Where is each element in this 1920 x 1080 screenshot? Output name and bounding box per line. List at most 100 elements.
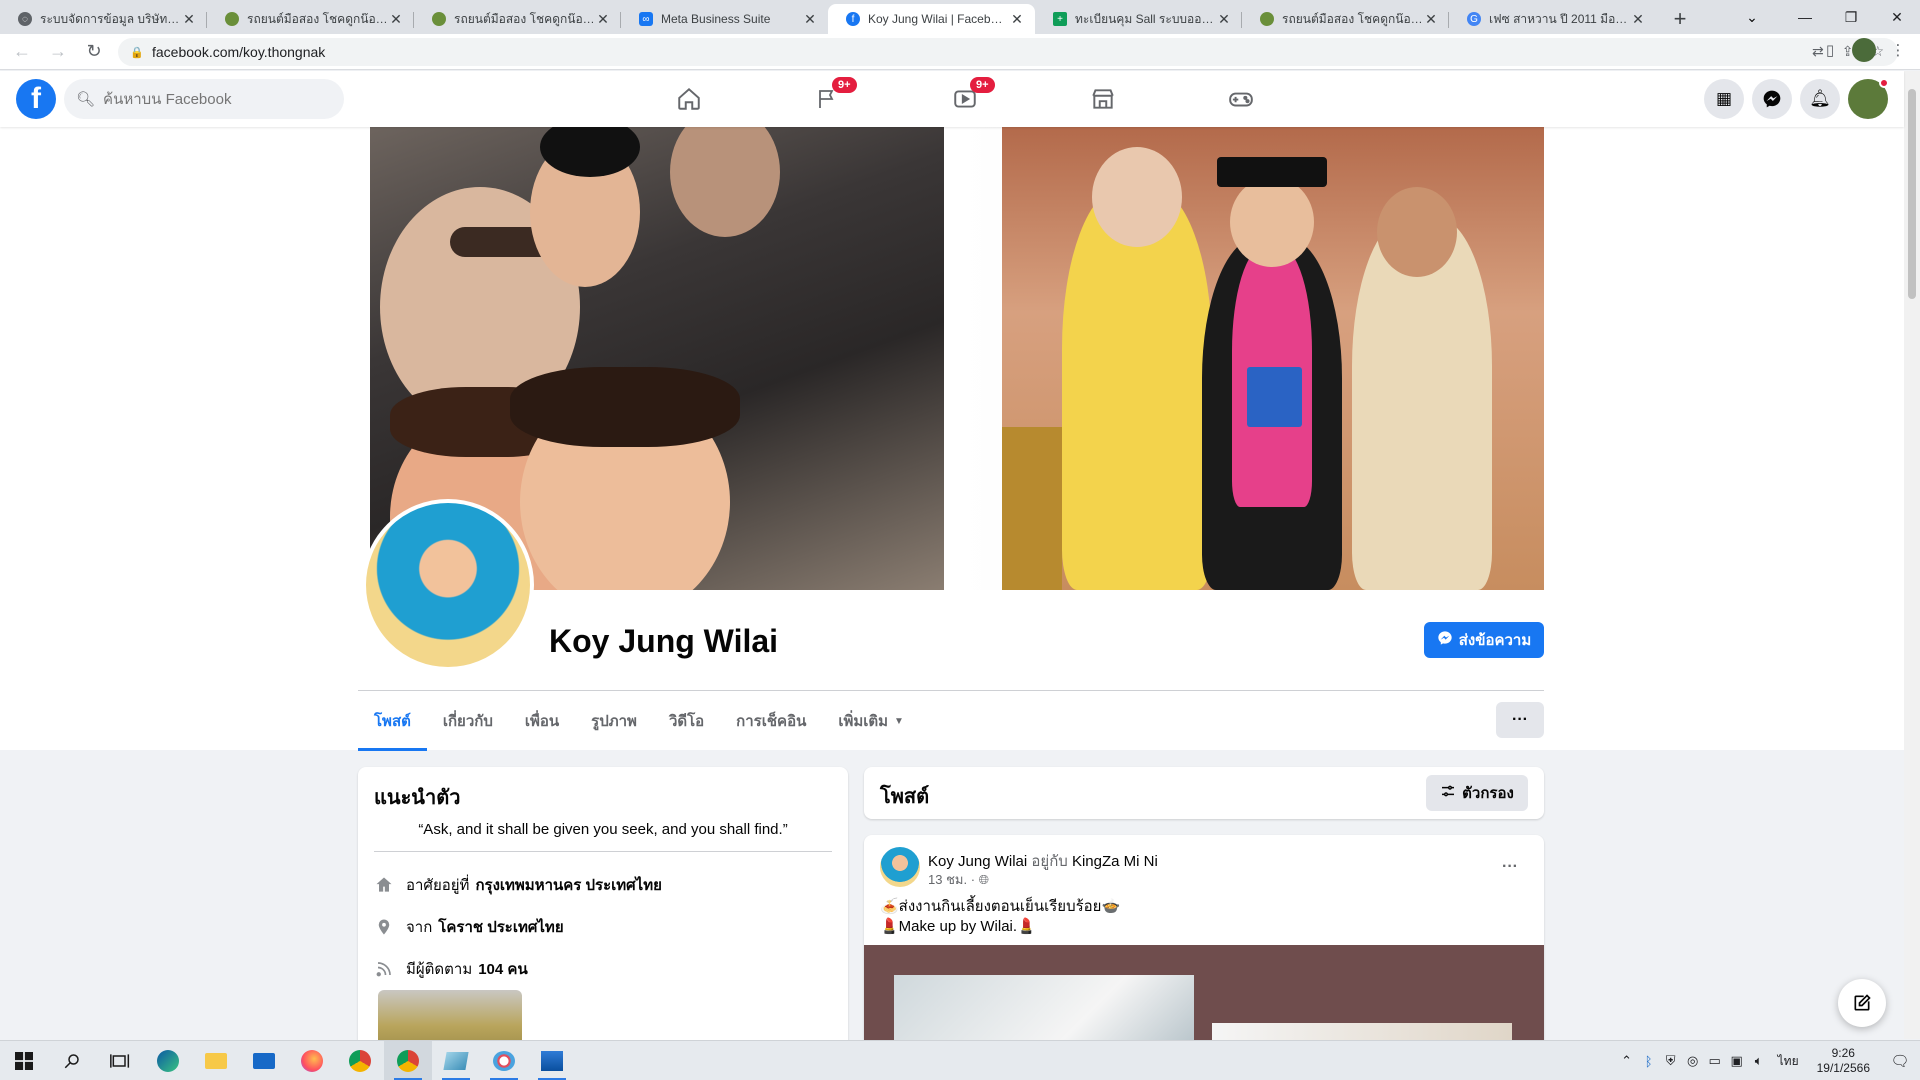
search-input[interactable] <box>103 90 324 108</box>
address-bar[interactable]: 🔒 facebook.com/koy.thongnak ⇄ ⇪ ☆ <box>118 37 1898 66</box>
close-icon[interactable]: ✕ <box>1423 11 1439 27</box>
post-photo[interactable] <box>1212 1023 1512 1040</box>
forward-button[interactable]: → <box>44 38 72 66</box>
close-icon[interactable]: ✕ <box>1216 11 1232 27</box>
browser-tab[interactable]: รถยนต์มือสอง โชคดูกน๊อต อุดร ✕ <box>414 4 621 34</box>
posts-title: โพสต์ <box>880 786 930 808</box>
tab-search-chevron-icon[interactable]: ⌄ <box>1734 0 1770 34</box>
new-tab-button[interactable]: + <box>1666 4 1694 34</box>
nav-marketplace[interactable] <box>1034 71 1172 127</box>
browser-tab[interactable]: รถยนต์มือสอง โชคดูกน๊อต อุดร ✕ <box>207 4 414 34</box>
browser-tab[interactable]: ∞ Meta Business Suite ✕ <box>621 4 828 34</box>
photos-app-icon[interactable] <box>528 1041 576 1080</box>
post-author-name[interactable]: Koy Jung Wilai <box>928 853 1027 870</box>
tab-posts[interactable]: โพสต์ <box>358 691 427 751</box>
menu-grid-icon[interactable]: ▦ <box>1704 79 1744 119</box>
chrome-profile-icon[interactable] <box>384 1040 432 1080</box>
network-icon[interactable]: ▣ <box>1726 1053 1748 1069</box>
meta-icon: ∞ <box>639 12 653 26</box>
nav-pages[interactable]: 9+ <box>758 71 896 127</box>
start-windows-icon[interactable] <box>0 1041 48 1080</box>
tray-expand-chevron-icon[interactable]: ⌃ <box>1616 1053 1638 1069</box>
post-options-button[interactable]: ··· <box>1492 849 1528 885</box>
security-shield-icon[interactable]: ⛨ <box>1660 1053 1682 1069</box>
mail-icon[interactable] <box>240 1041 288 1080</box>
scrollbar-thumb[interactable] <box>1908 89 1916 299</box>
profile-avatar-icon[interactable] <box>1852 38 1876 62</box>
app-window-icon[interactable] <box>432 1041 480 1080</box>
tab-friends[interactable]: เพื่อน <box>509 691 575 751</box>
post-media[interactable] <box>864 945 1544 1040</box>
meet-now-icon[interactable]: ◎ <box>1682 1053 1704 1069</box>
close-icon[interactable]: ✕ <box>1630 11 1646 27</box>
followers-value[interactable]: 104 คน <box>478 957 527 981</box>
close-icon[interactable]: ✕ <box>595 11 611 27</box>
toolbar-right: ▯ ⋮ <box>1818 38 1920 62</box>
paint-app-icon[interactable] <box>480 1041 528 1080</box>
close-window-button[interactable]: ✕ <box>1874 0 1920 34</box>
profile-avatar[interactable] <box>362 499 534 671</box>
post-tagged-name[interactable]: KingZa Mi Ni <box>1072 853 1158 870</box>
post-photo[interactable] <box>894 975 1194 1040</box>
post-meta: 13 ชม. · 🌐︎ <box>928 869 989 890</box>
browser-tab[interactable]: ◌ ระบบจัดการข้อมูล บริษัท โชคดู ✕ <box>0 4 207 34</box>
browser-tab[interactable]: G เฟซ สาหวาน ปี 2011 มือสอง ✕ <box>1449 4 1656 34</box>
input-language[interactable]: ไทย <box>1778 1052 1799 1071</box>
tab-photos[interactable]: รูปภาพ <box>575 691 653 751</box>
browser-tab[interactable]: รถยนต์มือสอง โชคดูกน๊อต อุดร ✕ <box>1242 4 1449 34</box>
notifications-bell-icon[interactable]: 🔔︎ <box>1800 79 1840 119</box>
volume-icon[interactable]: 🔈︎ <box>1748 1053 1770 1069</box>
bluetooth-icon[interactable]: ᛒ <box>1638 1054 1660 1069</box>
facebook-logo-icon[interactable]: f <box>16 79 56 119</box>
minimize-button[interactable]: — <box>1782 0 1828 34</box>
side-panel-icon[interactable]: ▯ <box>1818 38 1842 62</box>
firefox-icon[interactable] <box>288 1041 336 1080</box>
post-text-line: 🍝ส่งงานกินเลี้ยงตอนเย็นเรียบร้อย🍲 <box>880 898 1121 915</box>
cover-photo[interactable] <box>370 127 1544 590</box>
post-author-avatar[interactable] <box>880 847 920 887</box>
page-scrollbar[interactable] <box>1904 71 1920 1039</box>
browser-tab-active[interactable]: f Koy Jung Wilai | Facebook ✕ <box>828 4 1035 34</box>
filter-button[interactable]: ตัวกรอง <box>1426 775 1528 811</box>
tab-checkins[interactable]: การเช็คอิน <box>720 691 822 751</box>
tab-more[interactable]: เพิ่มเติม ▼ <box>822 691 920 751</box>
reload-button[interactable]: ↻ <box>80 38 108 66</box>
post-time[interactable]: 13 ชม. · <box>928 872 975 887</box>
tab-videos[interactable]: วิดีโอ <box>653 691 720 751</box>
chrome-icon[interactable] <box>336 1041 384 1080</box>
home-icon <box>678 87 700 110</box>
close-icon[interactable]: ✕ <box>802 11 818 27</box>
lives-in-value[interactable]: กรุงเทพมหานคร ประเทศไทย <box>475 873 661 897</box>
from-value[interactable]: โคราช ประเทศไทย <box>438 915 563 939</box>
restore-button[interactable]: ❐ <box>1828 0 1874 34</box>
new-message-compose-button[interactable] <box>1838 979 1886 1027</box>
file-explorer-icon[interactable] <box>192 1041 240 1080</box>
taskbar-clock[interactable]: 9:26 19/1/2566 <box>1817 1046 1870 1076</box>
search-icon: 🔍︎ <box>76 91 96 108</box>
taskbar-search-icon[interactable] <box>48 1041 96 1080</box>
close-icon[interactable]: ✕ <box>388 11 404 27</box>
send-message-button[interactable]: ส่งข้อความ <box>1424 622 1544 658</box>
lock-icon[interactable]: 🔒 <box>130 46 144 59</box>
back-button[interactable]: ← <box>8 38 36 66</box>
sheets-icon: + <box>1053 12 1067 26</box>
close-icon[interactable]: ✕ <box>181 11 197 27</box>
nav-home[interactable] <box>620 71 758 127</box>
close-icon[interactable]: ✕ <box>1009 11 1025 27</box>
messenger-icon[interactable] <box>1752 79 1792 119</box>
browser-tab[interactable]: + ทะเบียนคุม Sall ระบบออนไลน์ ✕ <box>1035 4 1242 34</box>
nav-gaming[interactable] <box>1172 71 1310 127</box>
tab-about[interactable]: เกี่ยวกับ <box>427 691 509 751</box>
chrome-menu-icon[interactable]: ⋮ <box>1886 38 1910 62</box>
profile-more-options-button[interactable]: ··· <box>1496 702 1544 738</box>
url-text[interactable]: facebook.com/koy.thongnak <box>152 44 325 60</box>
facebook-search[interactable]: 🔍︎ <box>64 79 344 119</box>
action-center-icon[interactable]: 🗨︎ <box>1880 1052 1920 1070</box>
account-avatar[interactable] <box>1848 78 1889 119</box>
facebook-header: f 🔍︎ 9+ 9+ ▦ 🔔︎ <box>0 71 1904 127</box>
nav-watch[interactable]: 9+ <box>896 71 1034 127</box>
system-tray: ⌃ ᛒ ⛨ ◎ ▭ ▣ 🔈︎ ไทย 9:26 19/1/2566 🗨︎ <box>1616 1041 1920 1080</box>
task-view-icon[interactable] <box>96 1041 144 1080</box>
edge-browser-icon[interactable] <box>144 1041 192 1080</box>
video-camera-icon[interactable]: ▭ <box>1704 1053 1726 1069</box>
